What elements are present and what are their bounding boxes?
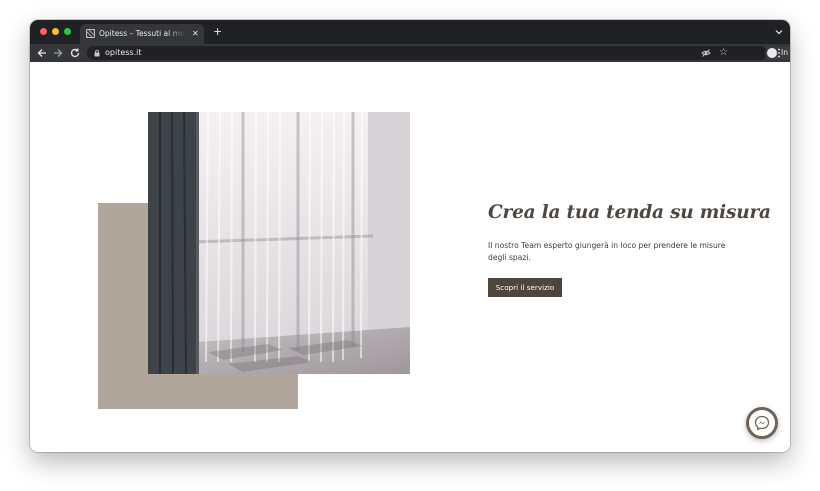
url-text[interactable]: opitess.it: [105, 46, 142, 60]
address-bar[interactable]: opitess.it ☆ In incognito: [87, 46, 790, 60]
new-tab-button[interactable]: +: [213, 25, 222, 39]
browser-window: Opitess – Tessuti al metro e biancheria …: [30, 20, 790, 452]
discover-service-button[interactable]: Scopri il servizio: [488, 278, 562, 297]
close-window-button[interactable]: [40, 28, 47, 35]
back-arrow-icon[interactable]: [36, 47, 48, 59]
hero-curtain-image: [148, 112, 410, 374]
tab-close-icon[interactable]: ✕: [192, 28, 199, 40]
incognito-avatar-icon: [767, 48, 777, 58]
reload-icon[interactable]: [69, 47, 81, 59]
chevron-down-icon[interactable]: [774, 27, 784, 37]
hero-headline: Crea la tua tenda su misura: [488, 202, 771, 223]
hero-description: Il nostro Team esperto giungerà in loco …: [488, 241, 726, 262]
minimize-window-button[interactable]: [52, 28, 59, 35]
browser-tab-active[interactable]: Opitess – Tessuti al metro e biancheria …: [80, 24, 204, 44]
page-content: Crea la tua tenda su misura Il nostro Te…: [30, 62, 790, 452]
site-favicon-icon: [86, 29, 95, 38]
tab-bar: Opitess – Tessuti al metro e biancheria …: [30, 20, 790, 44]
messenger-chat-button[interactable]: [746, 407, 778, 439]
incognito-label: In incognito: [781, 48, 790, 57]
tab-title: Opitess – Tessuti al metro e biancheria: [99, 29, 185, 38]
lock-icon[interactable]: [93, 49, 101, 57]
eye-off-icon[interactable]: [701, 48, 711, 58]
bookmark-star-icon[interactable]: ☆: [719, 46, 728, 60]
browser-toolbar: opitess.it ☆ In incognito: [30, 44, 790, 62]
messenger-icon: [754, 415, 770, 431]
maximize-window-button[interactable]: [64, 28, 71, 35]
more-options-icon[interactable]: [777, 48, 781, 58]
forward-arrow-icon[interactable]: [52, 47, 64, 59]
